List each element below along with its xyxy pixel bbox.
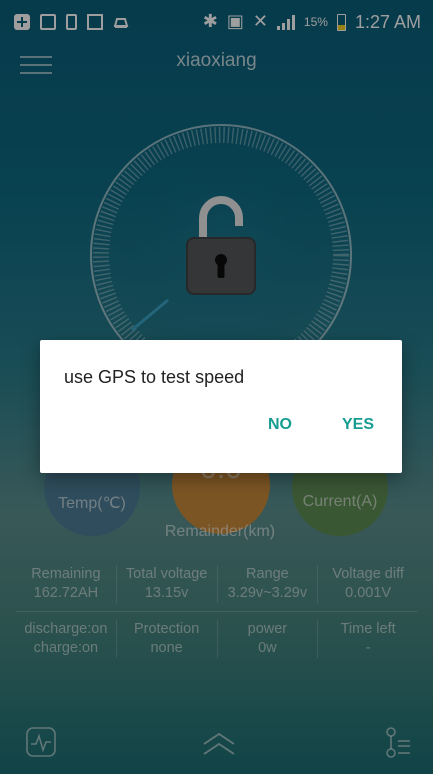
yes-button[interactable]: YES [336,416,380,434]
dialog-message: use GPS to test speed [64,367,245,387]
gps-dialog: use GPS to test speed NO YES [40,340,402,473]
app-screen: ✱ ▣ ✕ 15% 1:27 AM xiaoxiang Temp(℃) Curr… [0,0,433,774]
no-button[interactable]: NO [262,416,298,434]
